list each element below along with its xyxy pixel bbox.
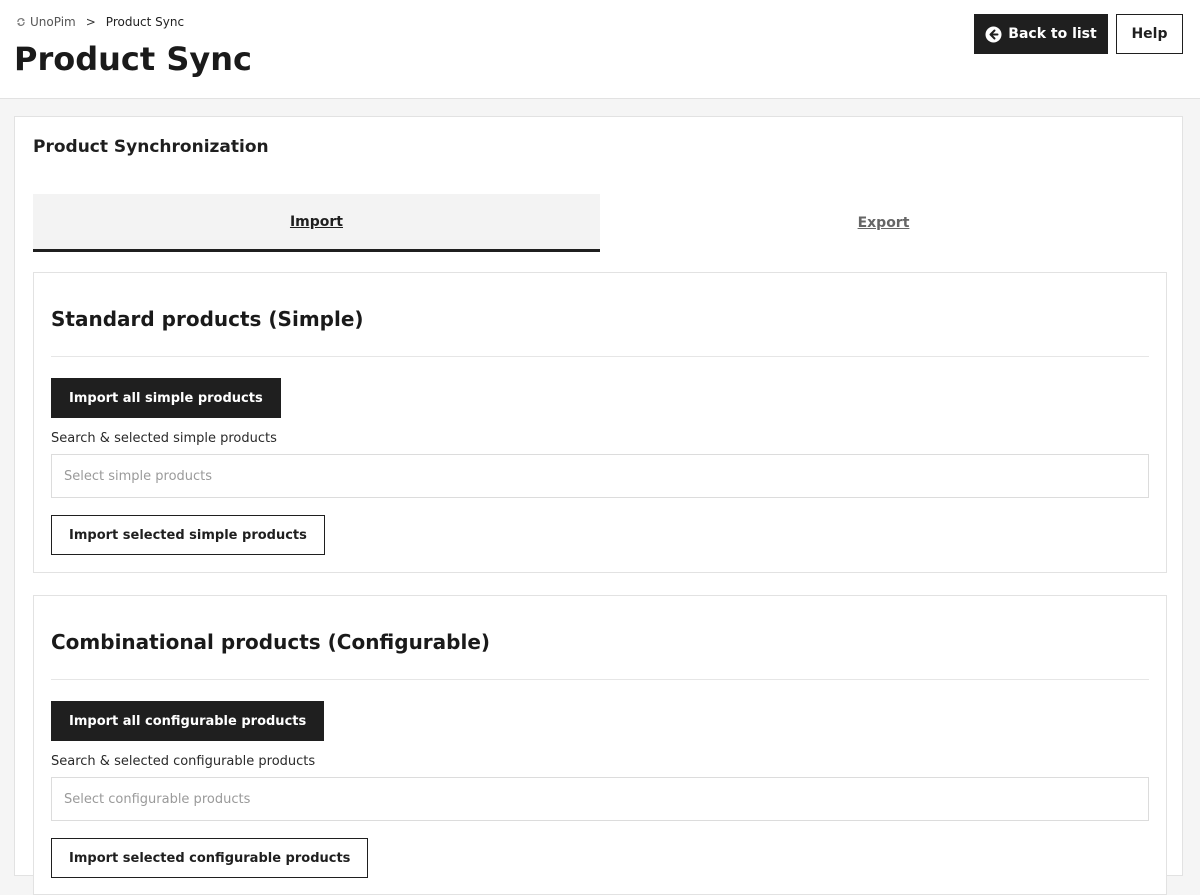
section-title-configurable: Combinational products (Configurable) bbox=[51, 630, 491, 654]
sync-icon bbox=[16, 17, 26, 27]
product-sync-card: Product Synchronization Import Export St… bbox=[14, 116, 1183, 895]
configurable-products-select[interactable] bbox=[51, 777, 1149, 821]
breadcrumb-separator: > bbox=[85, 15, 96, 29]
section-divider bbox=[51, 356, 1149, 357]
card-title: Product Synchronization bbox=[33, 137, 269, 157]
import-selected-simple-button[interactable]: Import selected simple products bbox=[51, 515, 325, 555]
import-all-simple-button[interactable]: Import all simple products bbox=[51, 378, 281, 418]
back-to-list-button[interactable]: Back to list bbox=[974, 14, 1108, 54]
section-divider bbox=[51, 679, 1149, 680]
page-title: Product Sync bbox=[14, 40, 252, 78]
back-to-list-label: Back to list bbox=[1008, 26, 1097, 42]
tab-export[interactable]: Export bbox=[600, 194, 1167, 252]
tab-import[interactable]: Import bbox=[33, 194, 600, 252]
top-header: UnoPim > Product Sync Product Sync Back … bbox=[0, 0, 1200, 99]
breadcrumb: UnoPim > Product Sync bbox=[16, 15, 184, 29]
import-all-configurable-button[interactable]: Import all configurable products bbox=[51, 701, 325, 741]
configurable-search-label: Search & selected configurable products bbox=[51, 754, 316, 769]
simple-search-label: Search & selected simple products bbox=[51, 431, 277, 446]
configurable-products-section: Combinational products (Configurable) Im… bbox=[33, 595, 1167, 895]
import-selected-configurable-button[interactable]: Import selected configurable products bbox=[51, 838, 369, 878]
simple-products-section: Standard products (Simple) Import all si… bbox=[33, 272, 1167, 573]
simple-products-select[interactable] bbox=[51, 454, 1149, 498]
breadcrumb-root[interactable]: UnoPim bbox=[30, 15, 76, 29]
sync-tabs: Import Export bbox=[33, 194, 1167, 252]
help-button[interactable]: Help bbox=[1116, 14, 1183, 54]
breadcrumb-current: Product Sync bbox=[105, 15, 185, 29]
section-title-simple: Standard products (Simple) bbox=[51, 307, 364, 331]
arrow-left-circle-icon bbox=[985, 26, 1002, 43]
